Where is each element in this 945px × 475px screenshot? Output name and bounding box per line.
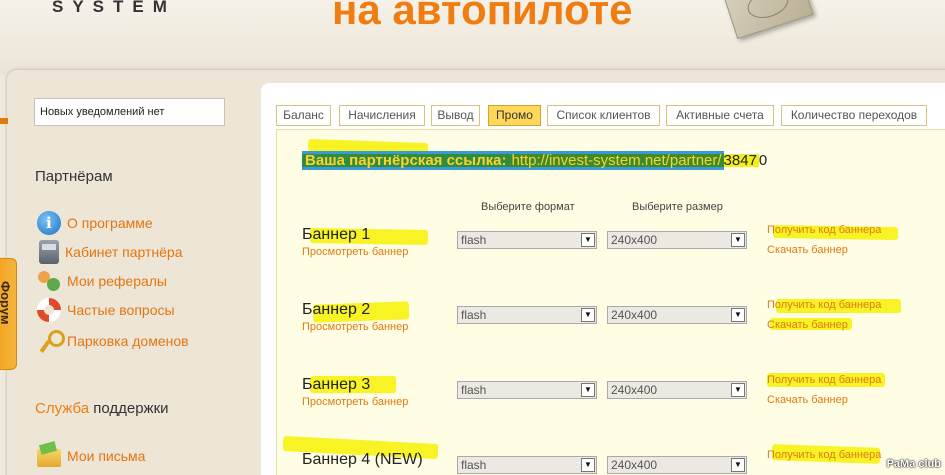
banner-title: Баннер 1: [302, 226, 371, 243]
sidebar-item-label: Парковка доменов: [67, 333, 189, 349]
size-select[interactable]: 240x400 ▼: [607, 231, 747, 249]
size-select-value: 240x400: [611, 458, 658, 472]
partner-link-url[interactable]: http://invest-system.net/partner/: [509, 151, 724, 170]
watermark: PaMa club: [886, 458, 941, 470]
sidebar-item-my-letters[interactable]: Мои письма: [37, 444, 145, 468]
format-select[interactable]: flash ▼: [457, 381, 597, 399]
forum-side-tab[interactable]: Форум: [0, 258, 17, 370]
banknote-image: [722, 0, 814, 40]
sidebar-item-label: Частые вопросы: [67, 302, 175, 318]
download-banner-link[interactable]: Скачать баннер: [767, 319, 848, 331]
sidebar-item-faq[interactable]: Частые вопросы: [37, 298, 175, 322]
view-banner-link[interactable]: Просмотреть баннер: [302, 396, 408, 408]
mail-icon: [37, 449, 61, 467]
sidebar-item-label: Кабинет партнёра: [65, 244, 183, 260]
download-banner-link[interactable]: Скачать баннер: [767, 244, 848, 256]
domain-parking-icon: [37, 329, 65, 353]
faq-icon: [37, 298, 61, 322]
size-select-value: 240x400: [611, 383, 658, 397]
logo-subtitle: SYSTEM: [52, 0, 176, 16]
size-select[interactable]: 240x400 ▼: [607, 306, 747, 324]
banner-title: Баннер 3: [302, 376, 371, 393]
get-banner-code-link[interactable]: Получить код баннера: [767, 299, 881, 311]
partner-link-label: Ваша партнёрская ссылка:: [302, 151, 510, 170]
partner-id-highlighted: 3847: [723, 151, 759, 170]
support-heading: Служба поддержки: [35, 400, 169, 417]
sidebar-item-domain-parking[interactable]: Парковка доменов: [37, 329, 189, 353]
format-select[interactable]: flash ▼: [457, 231, 597, 249]
header-slogan: на автопилоте: [332, 0, 633, 33]
partners-heading: Партнёрам: [35, 168, 113, 185]
partner-id-tail: 0: [758, 152, 768, 169]
format-column-heading: Выберите формат: [481, 201, 575, 213]
chevron-down-icon[interactable]: ▼: [731, 383, 745, 397]
get-banner-code-link[interactable]: Получить код баннера: [767, 449, 881, 461]
sidebar-item-cabinet[interactable]: Кабинет партнёра: [37, 240, 182, 264]
chevron-down-icon[interactable]: ▼: [581, 383, 595, 397]
tab-accruals[interactable]: Начисления: [339, 105, 425, 126]
banner-title: Баннер 2: [302, 301, 371, 318]
tab-click-count[interactable]: Количество переходов: [781, 105, 927, 126]
size-column-heading: Выберите размер: [632, 201, 723, 213]
info-icon: [37, 211, 61, 235]
sidebar-item-label: Мои письма: [67, 448, 146, 464]
chevron-down-icon[interactable]: ▼: [581, 233, 595, 247]
forum-tab-label: Форум: [0, 281, 13, 325]
support-heading-accent: Служба: [35, 400, 90, 417]
size-select[interactable]: 240x400 ▼: [607, 456, 747, 474]
chevron-down-icon[interactable]: ▼: [731, 308, 745, 322]
support-heading-rest: поддержки: [93, 400, 169, 417]
format-select-value: flash: [461, 458, 487, 472]
size-select-value: 240x400: [611, 308, 658, 322]
chevron-down-icon[interactable]: ▼: [731, 458, 745, 472]
view-banner-link[interactable]: Просмотреть баннер: [302, 321, 408, 333]
tab-withdraw[interactable]: Вывод: [431, 105, 480, 126]
format-select-value: flash: [461, 233, 487, 247]
format-select-value: flash: [461, 383, 487, 397]
tab-promo[interactable]: Промо: [488, 105, 541, 126]
site-header: SYSTEM на автопилоте: [0, 0, 945, 75]
chevron-down-icon[interactable]: ▼: [581, 308, 595, 322]
tab-clients[interactable]: Список клиентов: [547, 105, 660, 126]
banner-title: Баннер 4 (NEW): [302, 451, 423, 468]
sidebar-item-label: О программе: [67, 215, 153, 231]
format-select[interactable]: flash ▼: [457, 456, 597, 474]
left-accent-bar: [0, 118, 8, 124]
download-banner-link[interactable]: Скачать баннер: [767, 394, 848, 406]
get-banner-code-link[interactable]: Получить код баннера: [767, 374, 881, 386]
tab-active-accounts[interactable]: Активные счета: [666, 105, 774, 126]
sidebar-item-label: Мои рефералы: [67, 273, 167, 289]
get-banner-code-link[interactable]: Получить код баннера: [767, 224, 881, 236]
size-select[interactable]: 240x400 ▼: [607, 381, 747, 399]
sidebar-item-about[interactable]: О программе: [37, 211, 153, 235]
format-select[interactable]: flash ▼: [457, 306, 597, 324]
sidebar-item-referrals[interactable]: Мои рефералы: [37, 269, 167, 293]
size-select-value: 240x400: [611, 233, 658, 247]
chevron-down-icon[interactable]: ▼: [581, 458, 595, 472]
partner-link-row: Ваша партнёрская ссылка: http://invest-sy…: [302, 151, 767, 170]
format-select-value: flash: [461, 308, 487, 322]
tab-balance[interactable]: Баланс: [276, 105, 331, 126]
referrals-icon: [37, 269, 61, 293]
cabinet-icon: [39, 240, 59, 264]
chevron-down-icon[interactable]: ▼: [731, 233, 745, 247]
view-banner-link[interactable]: Просмотреть баннер: [302, 246, 408, 258]
notifications-field[interactable]: Новых уведомлений нет: [34, 98, 225, 126]
